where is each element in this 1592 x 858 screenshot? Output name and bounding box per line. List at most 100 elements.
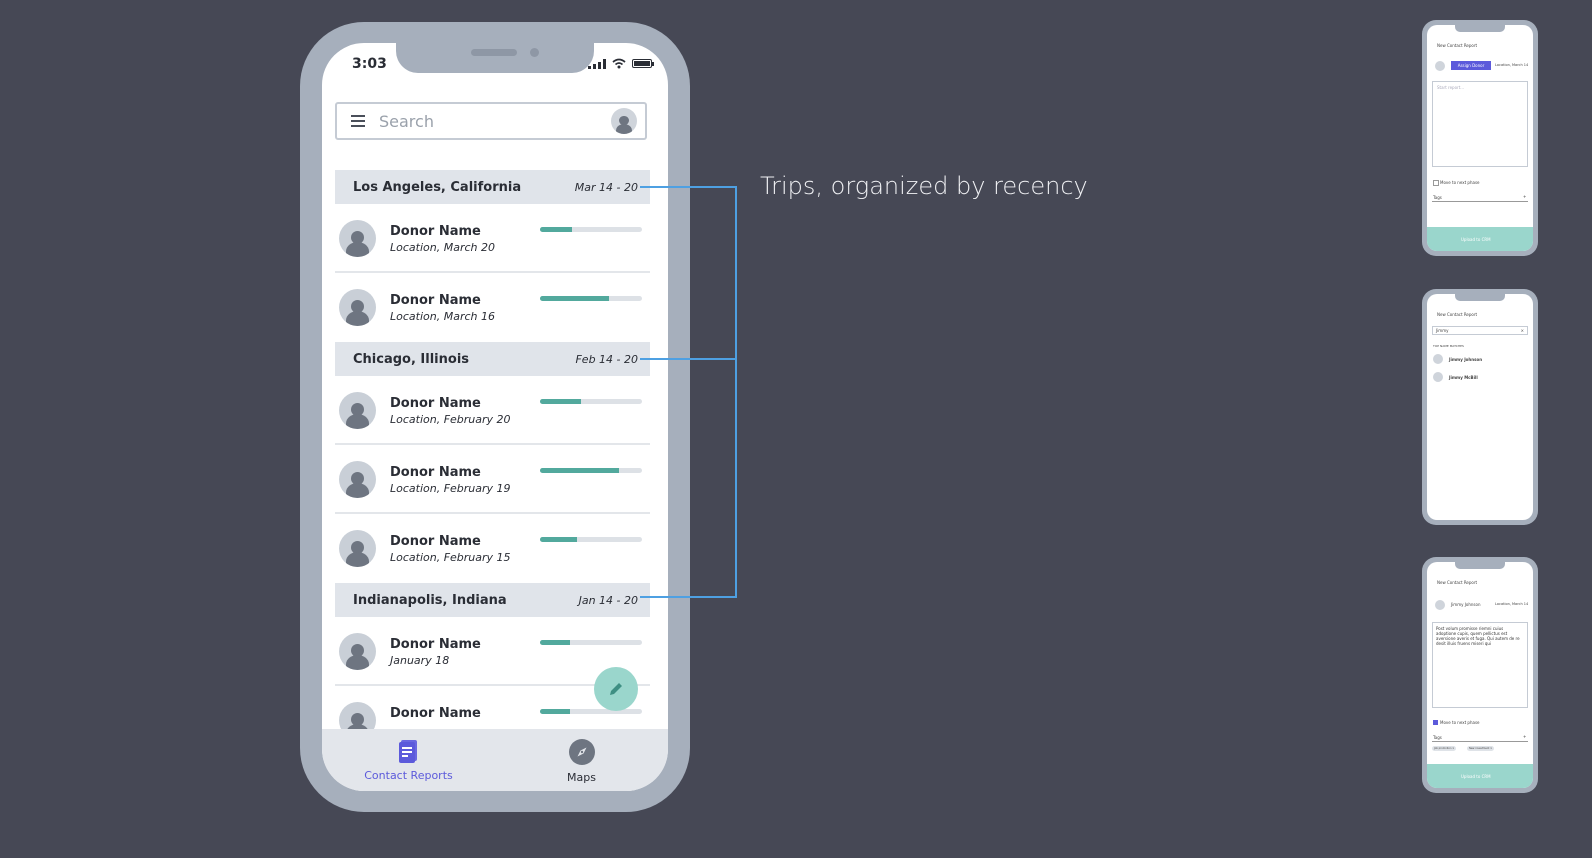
match-item[interactable]: Jimmy Johnson	[1433, 354, 1527, 366]
match-name: Jimmy Johnson	[1449, 357, 1483, 362]
notch	[396, 43, 594, 73]
report-textarea[interactable]: Post volum promisse riemni cuius adoptio…	[1432, 622, 1528, 708]
tag-chip[interactable]: New investment ×	[1467, 746, 1495, 751]
avatar	[339, 392, 376, 429]
assign-donor-button[interactable]: Assign Donor	[1451, 61, 1491, 70]
notch	[1455, 25, 1505, 32]
progress-fill	[540, 399, 581, 404]
signal-icon	[588, 58, 606, 69]
pencil-icon	[610, 683, 622, 695]
thumbnail-new-report: New Contact Report Assign Donor Location…	[1422, 20, 1538, 256]
trip-section-header[interactable]: Los Angeles, California Mar 14 - 20	[335, 170, 650, 204]
donor-name: Donor Name	[390, 396, 481, 411]
trip-section-header[interactable]: Indianapolis, Indiana Jan 14 - 20	[335, 583, 650, 617]
contact-row[interactable]: Donor Name Location, February 20	[335, 376, 650, 445]
checkbox-label: Move to next phase	[1440, 180, 1480, 185]
status-time: 3:03	[352, 56, 387, 72]
avatar	[1433, 354, 1443, 364]
clear-icon[interactable]: ×	[1521, 328, 1524, 333]
avatar	[339, 220, 376, 257]
trip-city: Chicago, Illinois	[353, 351, 470, 367]
donor-detail: Location, February 20	[390, 413, 511, 426]
trip-list: Los Angeles, California Mar 14 - 20 Dono…	[335, 170, 650, 755]
contact-row[interactable]: Donor Name Location, February 19	[335, 445, 650, 514]
donor-detail: Location, March 20	[390, 241, 495, 254]
add-tag-icon[interactable]: +	[1523, 734, 1526, 739]
progress-bar	[540, 709, 642, 714]
progress-bar	[540, 296, 642, 301]
donor-name: Donor Name	[390, 534, 481, 549]
avatar	[339, 461, 376, 498]
progress-fill	[540, 537, 577, 542]
callout-line	[640, 358, 736, 360]
tag-chip[interactable]: Job promotion ×	[1432, 746, 1457, 751]
upload-label: Upload to CRM	[1461, 237, 1491, 242]
trip-section-header[interactable]: Chicago, Illinois Feb 14 - 20	[335, 342, 650, 376]
divider	[1432, 741, 1528, 742]
avatar	[339, 633, 376, 670]
avatar	[1433, 372, 1443, 382]
contact-row[interactable]: Donor Name Location, March 20	[335, 204, 650, 273]
tab-contact-reports[interactable]: Contact Reports	[322, 729, 495, 791]
callout-bracket	[735, 186, 737, 598]
match-item[interactable]: Jimmy McBill	[1433, 372, 1527, 384]
avatar	[339, 289, 376, 326]
tab-label: Contact Reports	[364, 769, 453, 782]
donor-detail: January 18	[390, 654, 450, 667]
tags-label: Tags	[1433, 195, 1442, 200]
report-textarea[interactable]: Start report...	[1432, 81, 1528, 167]
progress-fill	[540, 468, 619, 473]
upload-label: Upload to CRM	[1461, 774, 1491, 779]
avatar	[1435, 61, 1445, 71]
donor-detail: Location, March 16	[390, 310, 495, 323]
tab-label: Maps	[567, 771, 596, 784]
profile-avatar[interactable]	[611, 108, 637, 134]
donor-name: Donor Name	[390, 706, 481, 721]
thumb-title: New Contact Report	[1437, 580, 1478, 585]
checkbox-checked[interactable]	[1433, 720, 1438, 725]
location-label: Location, March 14	[1495, 602, 1529, 606]
add-tag-icon[interactable]: +	[1523, 194, 1526, 199]
upload-button[interactable]: Upload to CRM	[1427, 227, 1533, 251]
avatar	[339, 530, 376, 567]
notch	[1455, 562, 1505, 569]
callout-line	[640, 596, 736, 598]
location-label: Location, March 14	[1495, 63, 1529, 67]
match-name: Jimmy McBill	[1449, 375, 1478, 380]
upload-button[interactable]: Upload to CRM	[1427, 764, 1533, 788]
thumb-title: New Contact Report	[1437, 43, 1478, 48]
report-placeholder: Start report...	[1437, 85, 1465, 90]
donor-name: Donor Name	[390, 465, 481, 480]
progress-fill	[540, 640, 570, 645]
speaker	[471, 49, 517, 56]
contact-row[interactable]: Donor Name Location, February 15	[335, 514, 650, 583]
progress-fill	[540, 709, 570, 714]
progress-bar	[540, 399, 642, 404]
checkbox[interactable]	[1433, 180, 1439, 186]
progress-fill	[540, 296, 610, 301]
thumbnail-screen: New Contact Report Jimmy × TOP NAME MATC…	[1427, 294, 1533, 520]
donor-name: Donor Name	[390, 637, 481, 652]
trip-dates: Feb 14 - 20	[575, 352, 638, 366]
progress-bar	[540, 227, 642, 232]
compass-icon	[568, 739, 595, 765]
name-search-input[interactable]: Jimmy ×	[1432, 326, 1528, 335]
search-input[interactable]	[377, 110, 611, 132]
progress-fill	[540, 227, 572, 232]
contact-row[interactable]: Donor Name Location, March 16	[335, 273, 650, 342]
divider	[1432, 201, 1528, 202]
tab-bar: Contact Reports Maps	[322, 729, 668, 791]
checkbox-label: Move to next phase	[1440, 720, 1480, 725]
menu-icon[interactable]	[351, 115, 365, 127]
tab-maps[interactable]: Maps	[495, 729, 668, 791]
compose-button[interactable]	[594, 667, 638, 711]
thumb-title: New Contact Report	[1437, 312, 1478, 317]
thumbnail-screen: New Contact Report Assign Donor Location…	[1427, 25, 1533, 251]
matches-heading: TOP NAME MATCHES	[1433, 344, 1464, 348]
document-icon	[398, 740, 417, 763]
trip-city: Los Angeles, California	[353, 179, 522, 195]
trip-dates: Mar 14 - 20	[574, 180, 638, 194]
annotation-text: Trips, organized by recency	[760, 172, 1088, 200]
thumbnail-completed-report: New Contact Report Jimmy Johnson Locatio…	[1422, 557, 1538, 793]
tags-label: Tags	[1433, 735, 1442, 740]
